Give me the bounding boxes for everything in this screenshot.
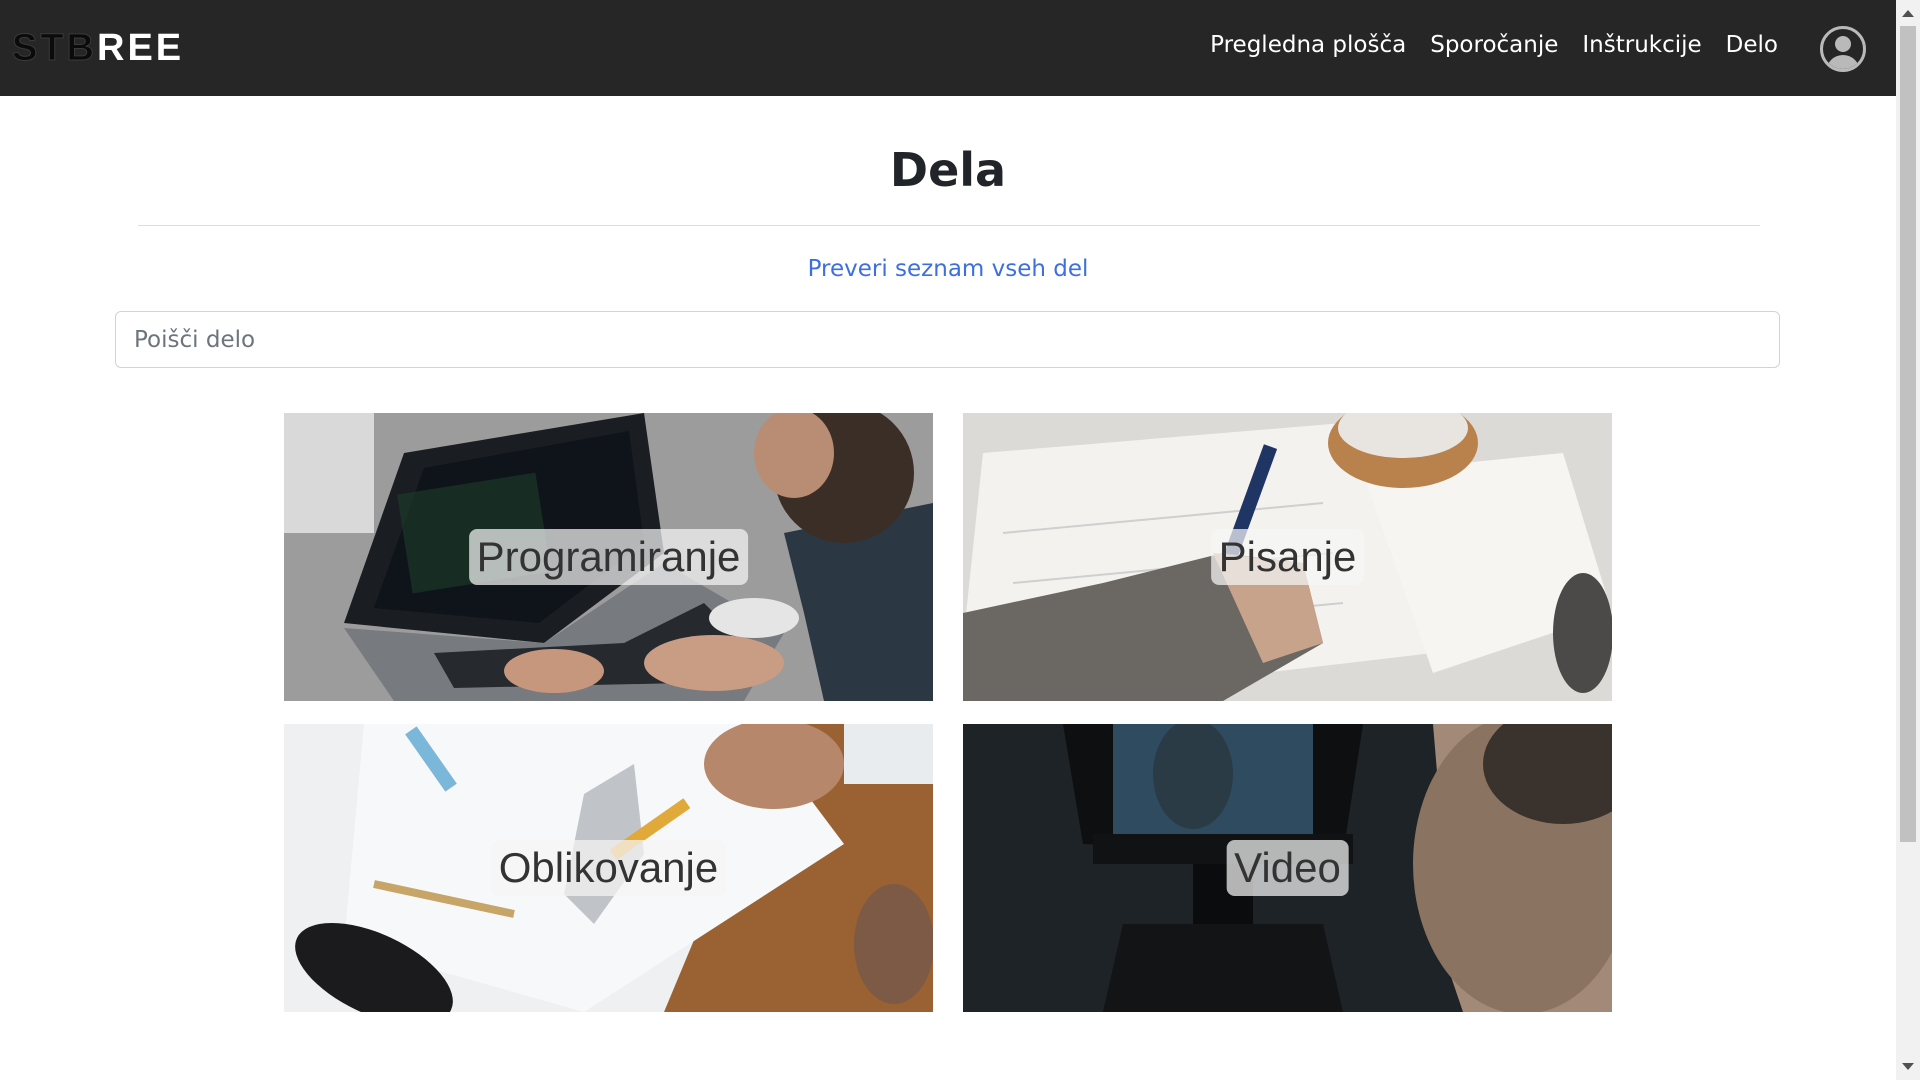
site-logo[interactable]: STB REE <box>12 26 185 69</box>
nav-messaging[interactable]: Sporočanje <box>1430 32 1558 58</box>
category-label: Programiranje <box>468 529 749 585</box>
main-nav: Pregledna plošča Sporočanje Inštrukcije … <box>1210 32 1778 58</box>
page-scrollbar[interactable] <box>1896 0 1920 1080</box>
avatar-body-shape <box>1826 55 1860 69</box>
scrollbar-thumb[interactable] <box>1900 26 1916 842</box>
avatar-head-shape <box>1835 36 1851 52</box>
logo-text-light: REE <box>97 26 185 69</box>
top-navbar: STB REE Pregledna plošča Sporočanje Inštr… <box>0 0 1896 96</box>
scroll-up-arrow-icon[interactable] <box>1902 10 1914 17</box>
nav-jobs[interactable]: Delo <box>1726 32 1778 58</box>
all-jobs-link[interactable]: Preveri seznam vseh del <box>0 256 1896 282</box>
nav-tutoring[interactable]: Inštrukcije <box>1582 32 1701 58</box>
category-label: Oblikovanje <box>490 840 727 896</box>
page: STB REE Pregledna plošča Sporočanje Inštr… <box>0 0 1920 1080</box>
user-avatar-icon[interactable] <box>1820 26 1866 72</box>
category-label: Pisanje <box>1210 529 1365 585</box>
nav-dashboard[interactable]: Pregledna plošča <box>1210 32 1406 58</box>
category-label: Video <box>1226 840 1349 896</box>
category-card-video[interactable]: Video <box>963 724 1612 1012</box>
category-card-design[interactable]: Oblikovanje <box>284 724 933 1012</box>
category-card-writing[interactable]: Pisanje <box>963 413 1612 701</box>
category-card-programming[interactable]: Programiranje <box>284 413 933 701</box>
logo-text-dark: STB <box>12 26 97 69</box>
title-divider <box>138 225 1760 226</box>
job-search-input[interactable] <box>115 311 1780 368</box>
page-title: Dela <box>889 143 1007 197</box>
scroll-down-arrow-icon[interactable] <box>1902 1063 1914 1070</box>
